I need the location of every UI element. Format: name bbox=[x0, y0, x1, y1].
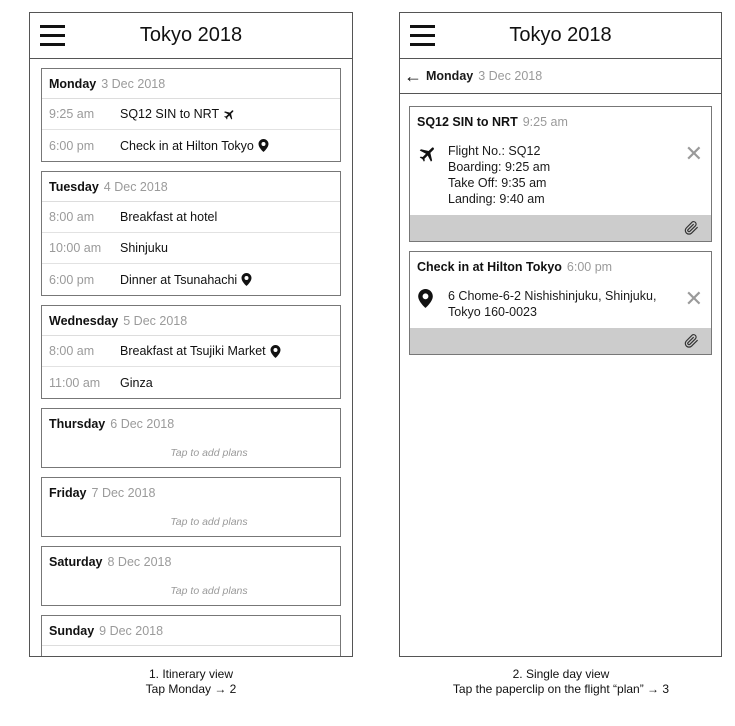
location-pin-icon bbox=[418, 289, 433, 308]
day-date: 8 Dec 2018 bbox=[107, 555, 172, 569]
plan-time: 6:00 pm bbox=[49, 272, 95, 287]
add-plans-hint[interactable]: Tap to add plans bbox=[42, 577, 340, 605]
day-name: Thursday bbox=[49, 417, 106, 431]
caption-screen-1: 1. Itinerary view Tap Monday → 2 bbox=[29, 667, 353, 697]
hotel-address: 6 Chome-6-2 Nishishinjuku, Shinjuku, Tok… bbox=[448, 288, 656, 320]
flight-details: Flight No.: SQ12 Boarding: 9:25 am Take … bbox=[448, 143, 550, 207]
landing-time: Landing: 9:40 am bbox=[448, 192, 545, 206]
day-date: 6 Dec 2018 bbox=[110, 417, 175, 431]
day-name: Tuesday bbox=[49, 179, 99, 194]
itinerary-screen: Tokyo 2018 Monday 3 Dec 2018 9:25 am SQ1… bbox=[29, 12, 353, 657]
day-card-saturday[interactable]: Saturday 8 Dec 2018 Tap to add plans bbox=[41, 546, 341, 606]
plan-title: Shinjuku bbox=[120, 241, 168, 255]
caption-title: 2. Single day view bbox=[512, 667, 610, 681]
day-card-thursday[interactable]: Thursday 6 Dec 2018 Tap to add plans bbox=[41, 408, 341, 468]
plan-row[interactable]: 6:00 pm Check in at Hilton Tokyo bbox=[42, 130, 340, 161]
single-day-screen: Tokyo 2018 ← Monday 3 Dec 2018 SQ12 SIN … bbox=[399, 12, 722, 657]
airplane-icon bbox=[419, 147, 434, 162]
day-header[interactable]: Sunday 9 Dec 2018 bbox=[42, 616, 340, 646]
day-header[interactable]: Monday 3 Dec 2018 bbox=[42, 69, 340, 99]
add-plans-hint[interactable]: Tap to add plans bbox=[42, 508, 340, 536]
day-name: Monday bbox=[49, 76, 97, 91]
day-back-bar: ← Monday 3 Dec 2018 bbox=[400, 59, 721, 94]
plan-time: 8:00 am bbox=[49, 210, 95, 224]
flight-plan-card: SQ12 SIN to NRT 9:25 am Flight No.: SQ12 … bbox=[409, 106, 712, 242]
plan-time: 9:25 am bbox=[49, 107, 95, 121]
day-name: Wednesday bbox=[49, 313, 119, 328]
paperclip-icon[interactable] bbox=[683, 333, 699, 349]
plan-title: Breakfast at Tsujiki Market bbox=[120, 344, 266, 358]
app-bar: Tokyo 2018 bbox=[400, 13, 721, 59]
location-pin-icon bbox=[270, 344, 281, 358]
day-date: 7 Dec 2018 bbox=[91, 486, 156, 500]
day-name: Sunday bbox=[49, 623, 95, 638]
plan-card-footer bbox=[410, 215, 711, 241]
plan-title: SQ12 SIN to NRT bbox=[417, 115, 518, 129]
location-pin-icon bbox=[241, 273, 252, 286]
back-arrow-icon[interactable]: ← bbox=[404, 67, 422, 85]
plan-row[interactable]: 11:00 am Ginza bbox=[42, 367, 340, 398]
day-name: Saturday bbox=[49, 555, 103, 569]
takeoff-time: Take Off: 9:35 am bbox=[448, 176, 547, 190]
day-card-friday[interactable]: Friday 7 Dec 2018 Tap to add plans bbox=[41, 477, 341, 537]
location-pin-icon bbox=[258, 139, 269, 152]
plan-time: 6:00 pm bbox=[566, 260, 613, 274]
plan-title: Check in at Hilton Tokyo bbox=[120, 138, 254, 153]
plan-time: 9:25 am bbox=[522, 115, 568, 129]
day-header[interactable]: Friday 7 Dec 2018 bbox=[42, 478, 340, 508]
paperclip-icon[interactable] bbox=[683, 220, 699, 236]
plan-list: SQ12 SIN to NRT 9:25 am Flight No.: SQ12 … bbox=[400, 94, 721, 355]
flight-number: Flight No.: SQ12 bbox=[448, 144, 541, 158]
day-name: Monday bbox=[426, 69, 474, 83]
app-title: Tokyo 2018 bbox=[139, 24, 243, 46]
plan-time: 10:00 am bbox=[49, 241, 102, 255]
plan-time: 11:00 am bbox=[49, 375, 101, 390]
day-header[interactable]: Thursday 6 Dec 2018 bbox=[42, 409, 340, 439]
menu-icon[interactable] bbox=[40, 25, 65, 46]
plan-card-footer bbox=[410, 328, 711, 354]
day-list: Monday 3 Dec 2018 9:25 am SQ12 SIN to NR… bbox=[30, 59, 352, 656]
plan-row[interactable]: 10:00 am Shinjuku bbox=[42, 233, 340, 264]
app-bar: Tokyo 2018 bbox=[30, 13, 352, 59]
plan-title: Check in at Hilton Tokyo bbox=[417, 260, 562, 274]
day-card-sunday[interactable]: Sunday 9 Dec 2018 bbox=[41, 615, 341, 656]
plan-title: Ginza bbox=[120, 375, 153, 390]
plan-row[interactable]: 8:00 am Breakfast at hotel bbox=[42, 202, 340, 233]
address-line: Tokyo 160-0023 bbox=[448, 305, 537, 319]
hotel-plan-card: Check in at Hilton Tokyo 6:00 pm 6 Chome-… bbox=[409, 251, 712, 355]
plan-time: 6:00 pm bbox=[49, 138, 95, 153]
boarding-time: Boarding: 9:25 am bbox=[448, 160, 551, 174]
add-plans-hint[interactable]: Tap to add plans bbox=[42, 439, 340, 467]
plan-row[interactable]: 8:00 am Breakfast at Tsujiki Market bbox=[42, 336, 340, 367]
caption-title: 1. Itinerary view bbox=[148, 667, 234, 681]
day-header[interactable]: Saturday 8 Dec 2018 bbox=[42, 547, 340, 577]
day-card-tuesday[interactable]: Tuesday 4 Dec 2018 8:00 am Breakfast at … bbox=[41, 171, 341, 296]
address-line: 6 Chome-6-2 Nishishinjuku, Shinjuku, bbox=[448, 289, 657, 303]
plan-time: 8:00 am bbox=[49, 344, 95, 358]
close-icon[interactable]: ✕ bbox=[685, 143, 703, 165]
close-icon[interactable]: ✕ bbox=[685, 288, 703, 310]
day-card-wednesday[interactable]: Wednesday 5 Dec 2018 8:00 am Breakfast a… bbox=[41, 305, 341, 399]
caption-instruction: Tap the paperclip on the flight “plan” →… bbox=[452, 682, 670, 696]
menu-icon[interactable] bbox=[410, 25, 435, 46]
day-date: 5 Dec 2018 bbox=[123, 313, 188, 328]
day-date: 4 Dec 2018 bbox=[103, 179, 168, 194]
plan-title: Breakfast at hotel bbox=[120, 210, 218, 224]
day-date: 3 Dec 2018 bbox=[101, 76, 166, 91]
day-header[interactable]: Tuesday 4 Dec 2018 bbox=[42, 172, 340, 202]
airplane-icon bbox=[224, 109, 234, 119]
plan-row[interactable]: 6:00 pm Dinner at Tsunahachi bbox=[42, 264, 340, 295]
plan-row[interactable]: 9:25 am SQ12 SIN to NRT bbox=[42, 99, 340, 130]
day-card-monday[interactable]: Monday 3 Dec 2018 9:25 am SQ12 SIN to NR… bbox=[41, 68, 341, 162]
caption-instruction: Tap Monday → 2 bbox=[145, 682, 237, 696]
day-date: 3 Dec 2018 bbox=[478, 69, 543, 83]
app-title: Tokyo 2018 bbox=[509, 24, 612, 46]
plan-title: SQ12 SIN to NRT bbox=[120, 107, 220, 121]
plan-title: Dinner at Tsunahachi bbox=[120, 272, 238, 287]
day-date: 9 Dec 2018 bbox=[99, 623, 164, 638]
caption-screen-2: 2. Single day view Tap the paperclip on … bbox=[375, 667, 735, 697]
day-name: Friday bbox=[49, 486, 87, 500]
day-header[interactable]: Wednesday 5 Dec 2018 bbox=[42, 306, 340, 336]
